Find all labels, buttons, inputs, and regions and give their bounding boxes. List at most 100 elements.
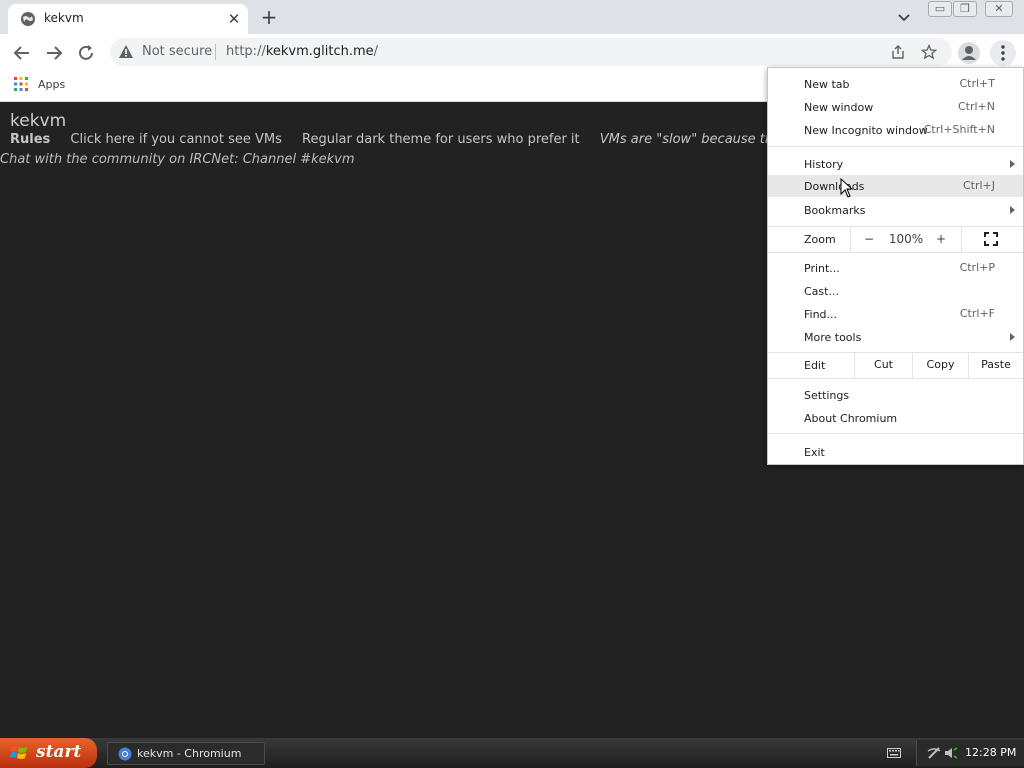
menu-item-exit[interactable]: Exit	[768, 441, 1023, 463]
keyboard-icon[interactable]	[887, 747, 901, 759]
zoom-divider	[961, 226, 962, 252]
close-window-button[interactable]: ✕	[985, 1, 1013, 17]
menu-item-label: New Incognito window	[804, 124, 928, 137]
person-icon	[962, 46, 976, 60]
address-bar[interactable]: Not secure http://kekvm.glitch.me/	[110, 38, 952, 66]
start-label: start	[36, 742, 82, 762]
site-nav: Rules Click here if you cannot see VMs R…	[10, 132, 834, 147]
cut-button[interactable]: Cut	[854, 352, 912, 378]
three-dots-icon	[1001, 45, 1005, 61]
volume-icon[interactable]	[944, 746, 958, 760]
taskbar: start kekvm - Chromium 12:28 PM	[0, 738, 1024, 768]
menu-separator	[768, 378, 1023, 379]
submenu-arrow-icon	[1010, 206, 1015, 214]
reload-icon[interactable]	[74, 41, 98, 65]
taskbar-item-label: kekvm - Chromium	[137, 747, 242, 760]
menu-item-label: History	[804, 158, 844, 171]
copy-button[interactable]: Copy	[912, 352, 968, 378]
share-icon[interactable]	[890, 44, 906, 60]
minimize-button[interactable]: ▭	[928, 1, 952, 17]
fullscreen-icon[interactable]	[984, 232, 998, 246]
apps-bookmark[interactable]: Apps	[38, 78, 65, 91]
menu-item-shortcut: Ctrl+J	[962, 179, 995, 192]
chrome-app-menu: New tab Ctrl+T New window Ctrl+N New Inc…	[767, 67, 1024, 465]
submenu-arrow-icon	[1010, 333, 1015, 341]
new-tab-button[interactable]: +	[258, 6, 280, 28]
network-icon[interactable]	[927, 746, 941, 760]
chevron-down-icon[interactable]	[895, 9, 913, 27]
zoom-in-button[interactable]: +	[930, 230, 952, 248]
zoom-level: 100%	[888, 232, 924, 246]
menu-item-label: New tab	[804, 78, 850, 91]
chrome-menu-button[interactable]	[990, 40, 1016, 66]
menu-item-new-tab[interactable]: New tab Ctrl+T	[768, 73, 1023, 95]
menu-item-label: Settings	[804, 389, 850, 402]
forward-icon[interactable]	[42, 41, 66, 65]
menu-item-shortcut: Ctrl+Shift+N	[923, 123, 995, 136]
dark-theme-link[interactable]: Regular dark theme for users who prefer …	[302, 132, 580, 147]
url-suffix: /	[373, 44, 379, 59]
star-icon[interactable]	[921, 44, 937, 60]
menu-item-label: Print...	[804, 262, 840, 275]
submenu-arrow-icon	[1010, 160, 1015, 168]
menu-item-cast[interactable]: Cast...	[768, 280, 1023, 302]
menu-item-label: Downloads	[804, 180, 865, 193]
omnibox-divider	[215, 44, 216, 60]
menu-zoom-row: Zoom − 100% +	[768, 226, 1023, 252]
warning-icon[interactable]	[118, 44, 134, 60]
menu-item-shortcut: Ctrl+T	[959, 77, 995, 90]
menu-item-downloads[interactable]: Downloads Ctrl+J	[768, 175, 1023, 197]
zoom-out-button[interactable]: −	[858, 230, 880, 248]
menu-item-label: Exit	[804, 446, 825, 459]
start-button[interactable]: start	[0, 738, 97, 768]
menu-item-label: New window	[804, 101, 874, 114]
chromium-icon	[118, 747, 132, 761]
tab-kekvm[interactable]: kekvm ✕	[8, 4, 248, 34]
browser-toolbar: Not secure http://kekvm.glitch.me/	[0, 34, 1024, 71]
site-title: kekvm	[10, 111, 67, 131]
mouse-cursor-icon	[840, 178, 854, 198]
menu-item-shortcut: Ctrl+N	[957, 100, 995, 113]
menu-item-about[interactable]: About Chromium	[768, 407, 1023, 429]
apps-grid-icon[interactable]	[14, 77, 28, 91]
clock[interactable]: 12:28 PM	[965, 746, 1016, 759]
menu-separator	[768, 146, 1023, 147]
rules-link[interactable]: Rules	[10, 132, 50, 147]
menu-item-print[interactable]: Print... Ctrl+P	[768, 257, 1023, 279]
zoom-label: Zoom	[804, 233, 836, 246]
menu-edit-row: Edit Cut Copy Paste	[768, 352, 1023, 378]
paste-button[interactable]: Paste	[968, 352, 1023, 378]
menu-item-shortcut: Ctrl+F	[959, 307, 995, 320]
menu-item-find[interactable]: Find... Ctrl+F	[768, 303, 1023, 325]
system-tray: 12:28 PM	[916, 740, 1024, 766]
close-tab-icon[interactable]: ✕	[224, 9, 244, 29]
menu-item-bookmarks[interactable]: Bookmarks	[768, 199, 1023, 221]
restore-button[interactable]: ❐	[953, 1, 977, 17]
profile-avatar[interactable]	[958, 42, 980, 64]
menu-separator	[768, 252, 1023, 253]
irc-chat-note: Chat with the community on IRCNet: Chann…	[0, 152, 355, 167]
menu-item-label: About Chromium	[804, 412, 898, 425]
windows-logo-icon	[10, 746, 27, 759]
menu-item-label: Find...	[804, 308, 838, 321]
globe-icon	[21, 12, 35, 26]
edit-label: Edit	[804, 359, 826, 372]
cannot-see-vms-link[interactable]: Click here if you cannot see VMs	[70, 132, 281, 147]
menu-item-label: More tools	[804, 331, 862, 344]
security-status[interactable]: Not secure	[142, 44, 212, 59]
menu-item-history[interactable]: History	[768, 153, 1023, 175]
url-prefix: http://	[226, 44, 266, 59]
menu-item-new-window[interactable]: New window Ctrl+N	[768, 96, 1023, 118]
menu-item-more-tools[interactable]: More tools	[768, 326, 1023, 348]
tab-title: kekvm	[44, 11, 84, 25]
menu-item-settings[interactable]: Settings	[768, 384, 1023, 406]
url-text[interactable]: http://kekvm.glitch.me/	[226, 44, 378, 59]
taskbar-item-chromium[interactable]: kekvm - Chromium	[107, 742, 265, 765]
tab-strip: kekvm ✕ + ▭ ❐ ✕	[0, 0, 1024, 34]
zoom-divider	[850, 226, 851, 252]
back-icon[interactable]	[10, 41, 34, 65]
menu-item-label: Bookmarks	[804, 204, 866, 217]
menu-item-shortcut: Ctrl+P	[959, 261, 995, 274]
menu-separator	[768, 433, 1023, 434]
menu-item-new-incognito-window[interactable]: New Incognito window Ctrl+Shift+N	[768, 119, 1023, 141]
